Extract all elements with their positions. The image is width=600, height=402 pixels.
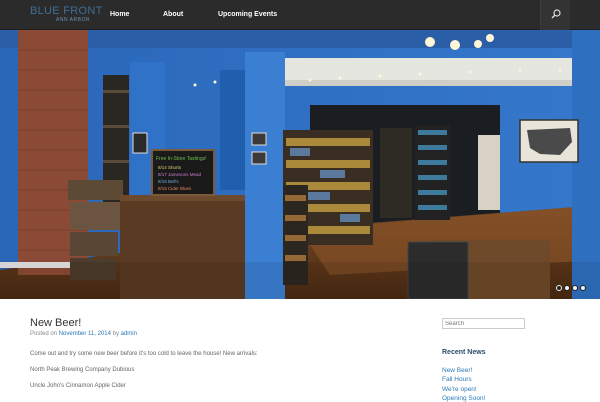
by-label: by <box>110 331 121 337</box>
recent-news-heading: Recent News <box>442 349 486 356</box>
recent-news-link-3[interactable]: We're open! <box>442 386 477 393</box>
store-interior-photo: Free In-Store Tastings! 8/14 Shorts 8/17… <box>0 30 600 299</box>
recent-news-link-1[interactable]: New Beer! <box>442 367 472 374</box>
slide-dot-2[interactable] <box>564 285 570 291</box>
slide-dot-3[interactable] <box>572 285 578 291</box>
logo-title: BLUE FRONT <box>30 5 103 17</box>
logo-subtitle: ANN ARBOR <box>56 17 90 23</box>
svg-text:8/18 Bell's: 8/18 Bell's <box>158 179 179 184</box>
post-meta: Posted on November 11, 2014 by admin <box>30 331 137 337</box>
svg-text:8/19 Cider Blues: 8/19 Cider Blues <box>158 186 192 191</box>
post-item-1: North Peak Brewing Company Dubious <box>30 367 135 373</box>
nav-home[interactable]: Home <box>110 11 129 18</box>
site-logo[interactable]: BLUE FRONT ANN ARBOR <box>30 5 102 27</box>
post-title[interactable]: New Beer! <box>30 317 81 329</box>
search-icon <box>551 9 561 19</box>
posted-on-label: Posted on <box>30 331 59 337</box>
recent-news-link-2[interactable]: Fall Hours <box>442 376 472 383</box>
nav-upcoming-events[interactable]: Upcoming Events <box>218 11 277 18</box>
post-item-2: Uncle John's Cinnamon Apple Cider <box>30 383 126 389</box>
post-author-link[interactable]: admin <box>121 331 137 337</box>
nav-about[interactable]: About <box>163 11 183 18</box>
post-date-link[interactable]: November 11, 2014 <box>59 331 111 337</box>
recent-news-link-4[interactable]: Opening Soon! <box>442 395 485 402</box>
slide-dot-1[interactable] <box>556 285 562 291</box>
post-intro: Come out and try some new beer before it… <box>30 351 258 357</box>
top-navigation-bar: BLUE FRONT ANN ARBOR Home About Upcoming… <box>0 0 600 30</box>
svg-text:8/17 Jamesons Mead: 8/17 Jamesons Mead <box>158 172 202 177</box>
slide-dot-4[interactable] <box>580 285 586 291</box>
chalkboard-heading: Free In-Store Tastings! <box>156 156 207 162</box>
hero-slider-image[interactable]: Free In-Store Tastings! 8/14 Shorts 8/17… <box>0 30 600 299</box>
svg-text:8/14 Shorts: 8/14 Shorts <box>158 165 182 170</box>
search-button[interactable] <box>540 0 570 30</box>
sidebar-search-input[interactable] <box>442 318 525 329</box>
